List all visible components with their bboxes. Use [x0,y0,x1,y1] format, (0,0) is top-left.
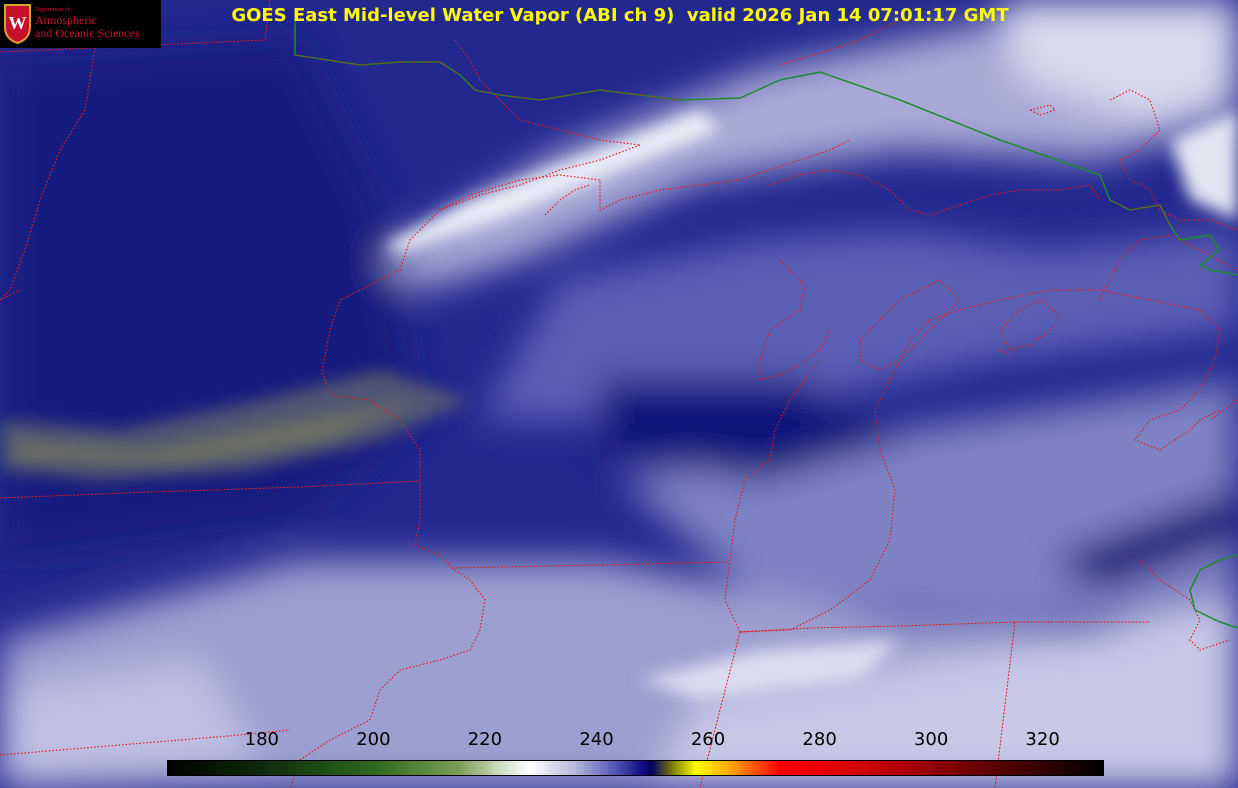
colorbar-tick-280: 280 [802,729,837,750]
colorbar-tick-200: 200 [356,729,391,750]
colorbar-tick-240: 240 [579,729,614,750]
colorbar-tick-180: 180 [244,729,279,750]
colorbar-tick-300: 300 [913,729,949,750]
colorbar-tick-320: 320 [1025,729,1060,750]
water-vapor-map [0,0,1238,788]
colorbar-tick-260: 260 [690,729,726,750]
image-title: GOES East Mid-level Water Vapor (ABI ch … [231,5,1009,26]
satellite-image: W Department of Atmospheric and Oceanic … [0,0,1238,788]
colorbar-tick-220: 220 [467,729,503,750]
logo-oceanic-line: and Oceanic Sciences [35,26,140,40]
colorbar [167,760,1104,776]
